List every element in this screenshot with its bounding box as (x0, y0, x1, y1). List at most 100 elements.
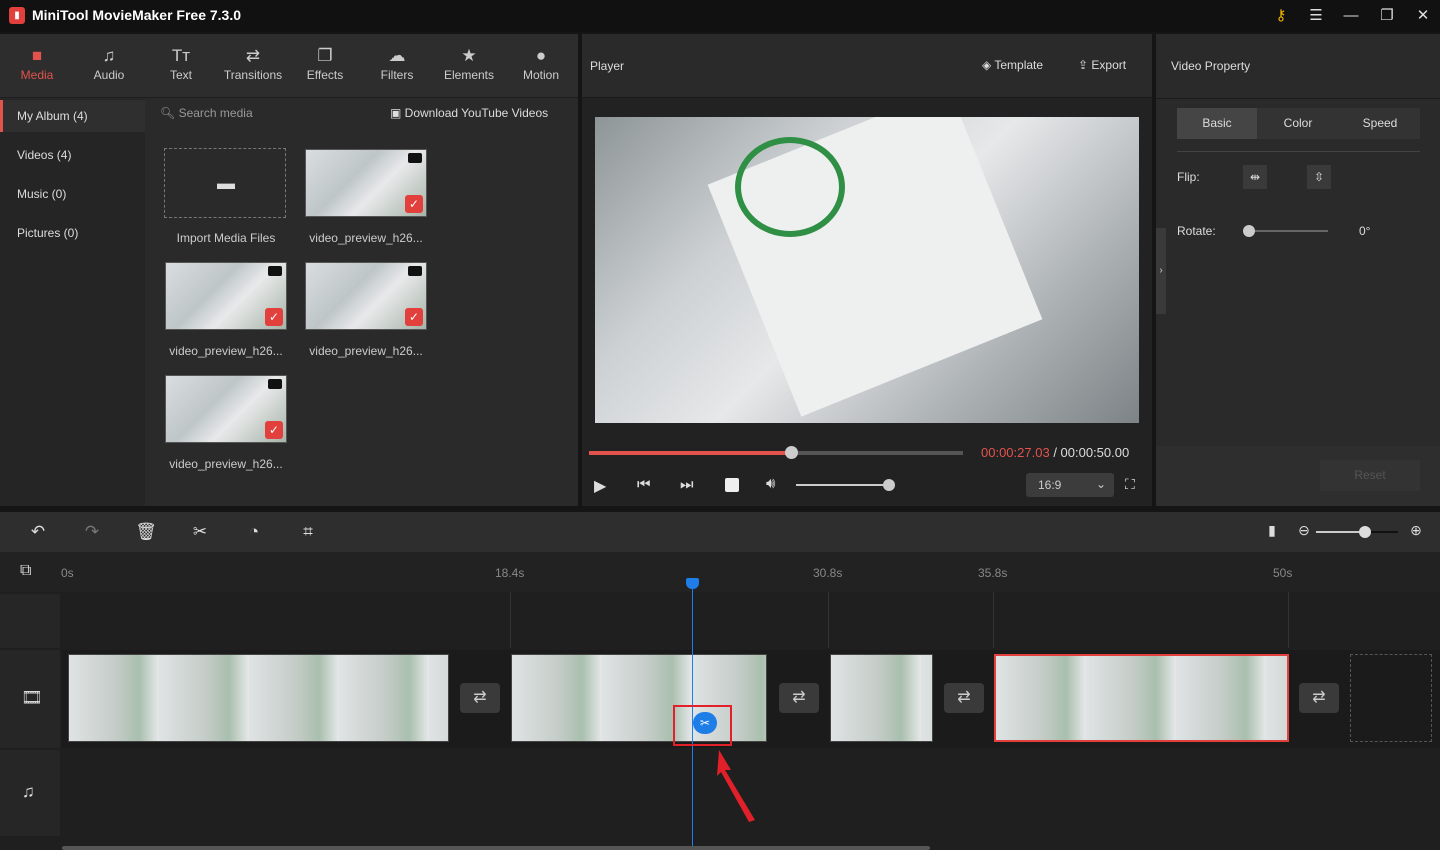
minimize-button[interactable]: — (1341, 6, 1361, 26)
current-time: 00:00:27.03 (981, 445, 1050, 460)
video-clip-selected[interactable] (994, 654, 1289, 742)
fit-timeline-icon[interactable]: ▮ (1260, 522, 1284, 539)
video-preview[interactable] (595, 117, 1139, 423)
timeline-ruler[interactable] (0, 552, 1440, 592)
media-item[interactable]: ✓ (165, 375, 287, 443)
zoom-out-icon[interactable]: ⊖ (1292, 522, 1316, 539)
template-button[interactable]: ◈ Template (982, 58, 1043, 72)
flip-vertical-button[interactable]: ⇳ (1307, 165, 1331, 189)
split-icon[interactable]: ✂ (188, 522, 212, 542)
property-panel: Video Property (1156, 34, 1440, 506)
import-media-button[interactable]: ▬ (164, 148, 286, 218)
sidebar-item-music[interactable]: Music (0) (0, 178, 145, 210)
add-track-icon[interactable]: ⧉ (20, 562, 31, 580)
seek-bar[interactable] (589, 446, 963, 459)
video-clip[interactable] (68, 654, 449, 742)
volume-handle[interactable] (883, 479, 895, 491)
volume-slider[interactable] (796, 479, 895, 491)
tab-transitions[interactable]: ⇄ Transitions (217, 46, 289, 82)
timeline-scrollbar[interactable] (62, 846, 930, 850)
tab-effects[interactable]: ❐ Effects (289, 46, 361, 82)
media-item[interactable]: ✓ (165, 262, 287, 330)
ruler-tick: 50s (1273, 566, 1293, 580)
next-frame-button[interactable]: ⏭ (680, 476, 694, 493)
highlight-box (673, 705, 732, 746)
aspect-value: 16:9 (1038, 478, 1062, 492)
music-icon: ♫ (22, 782, 35, 801)
timeline-zoom-slider[interactable] (1316, 526, 1398, 538)
tab-elements[interactable]: ★ Elements (433, 46, 505, 82)
play-button[interactable]: ▶ (594, 476, 606, 496)
effects-icon: ❐ (317, 46, 333, 65)
tab-motion[interactable]: ● Motion (505, 46, 577, 82)
media-item-label: video_preview_h26... (169, 344, 283, 358)
seek-handle[interactable] (784, 446, 798, 459)
video-track-header: 🎞︎ (0, 650, 60, 748)
motion-icon: ● (535, 46, 547, 65)
transition-icon[interactable]: ⇄ (944, 683, 984, 713)
transition-icon[interactable]: ⇄ (1299, 683, 1339, 713)
tab-label: Motion (522, 68, 560, 82)
import-label: Import Media Files (176, 231, 276, 245)
tab-color[interactable]: Color (1258, 108, 1338, 139)
tab-label: Transitions (223, 68, 283, 82)
seek-progress (589, 451, 791, 455)
undo-icon[interactable]: ↶ (26, 522, 50, 542)
menu-icon[interactable]: ☰ (1306, 6, 1326, 26)
folder-icon: ▬ (217, 173, 235, 193)
tab-label: Media (20, 68, 54, 82)
transition-icon[interactable]: ⇄ (779, 683, 819, 713)
speed-icon[interactable]: ◔ (242, 522, 266, 542)
tab-label: Effects (306, 68, 344, 82)
download-label: Download YouTube Videos (404, 106, 549, 120)
media-item-label: video_preview_h26... (309, 231, 423, 245)
ruler-tick: 35.8s (978, 566, 1008, 580)
rotate-slider[interactable] (1243, 225, 1328, 237)
check-icon: ✓ (405, 308, 423, 326)
layers-icon: ◈ (982, 58, 995, 72)
volume-icon[interactable]: 🔊︎ (766, 475, 775, 492)
reset-button[interactable]: Reset (1320, 460, 1420, 491)
download-youtube-button[interactable]: ▣ Download YouTube Videos (390, 106, 548, 120)
album-sidebar: My Album (4) Videos (4) Music (0) Pictur… (0, 99, 145, 506)
stop-button[interactable] (725, 478, 739, 492)
playhead-handle[interactable] (686, 578, 699, 589)
rotate-handle[interactable] (1243, 225, 1255, 237)
export-button[interactable]: ⇪ Export (1078, 58, 1126, 72)
redo-icon[interactable]: ↷ (80, 522, 104, 542)
previous-frame-button[interactable]: ⏮ (637, 476, 651, 493)
fullscreen-icon[interactable]: ⛶ (1125, 476, 1135, 493)
ruler-tick: 30.8s (813, 566, 843, 580)
close-button[interactable]: ✕ (1413, 6, 1433, 26)
flip-horizontal-button[interactable]: ⇹ (1243, 165, 1267, 189)
zoom-in-icon[interactable]: ⊕ (1404, 522, 1428, 539)
crop-icon[interactable]: ⌗ (296, 522, 320, 542)
search-input[interactable]: 🔍︎ Search media (160, 106, 253, 120)
sidebar-item-videos[interactable]: Videos (4) (0, 139, 145, 171)
sidebar-item-my-album[interactable]: My Album (4) (0, 100, 145, 132)
tab-text[interactable]: Tт Text (145, 46, 217, 82)
transition-icon[interactable]: ⇄ (460, 683, 500, 713)
player-title: Player (590, 59, 625, 73)
aspect-ratio-select[interactable]: 16:9 ⌄ (1026, 473, 1114, 497)
search-placeholder: Search media (178, 106, 253, 120)
collapse-panel-handle[interactable]: › (1156, 228, 1166, 314)
tab-audio[interactable]: ♫ Audio (73, 46, 145, 82)
key-icon[interactable]: ⚷ (1271, 6, 1291, 26)
tab-filters[interactable]: ☁ Filters (361, 46, 433, 82)
elements-icon: ★ (461, 46, 477, 65)
app-logo-icon: ▮ (9, 7, 25, 24)
tab-basic[interactable]: Basic (1177, 108, 1257, 139)
delete-icon[interactable]: 🗑︎ (134, 522, 158, 542)
media-item[interactable]: ✓ (305, 262, 427, 330)
media-item-label: video_preview_h26... (309, 344, 423, 358)
maximize-button[interactable]: ❐ (1377, 6, 1397, 26)
player-header: Player ◈ Template ⇪ Export (582, 34, 1152, 98)
sidebar-item-pictures[interactable]: Pictures (0) (0, 217, 145, 249)
empty-clip-slot[interactable] (1350, 654, 1432, 742)
tab-speed[interactable]: Speed (1340, 108, 1420, 139)
video-clip[interactable] (830, 654, 933, 742)
tab-media[interactable]: ■ Media (1, 46, 73, 82)
tab-label: Elements (443, 68, 495, 82)
media-item[interactable]: ✓ (305, 149, 427, 217)
